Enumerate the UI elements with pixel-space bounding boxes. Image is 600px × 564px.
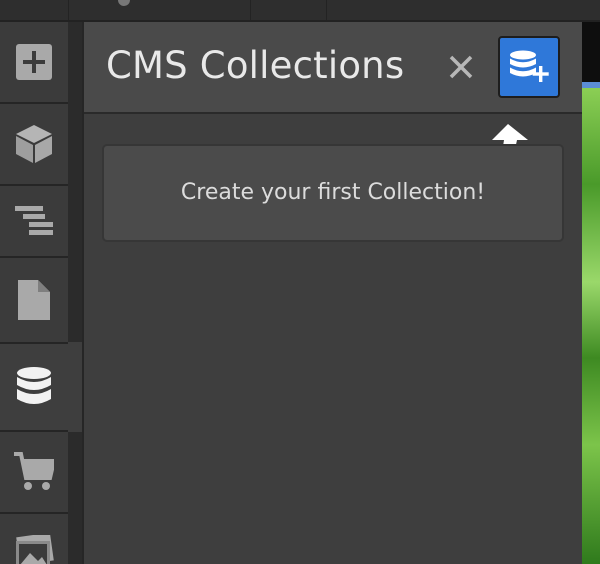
- toolbar-assets-button[interactable]: [0, 514, 68, 564]
- database-plus-icon: [510, 50, 549, 82]
- top-bar: [0, 0, 600, 22]
- close-panel-button[interactable]: [446, 52, 476, 82]
- panel-title: CMS Collections: [106, 44, 405, 87]
- cms-database-icon: [17, 367, 51, 404]
- app-window: CMS Collections Create your first Collec…: [0, 0, 600, 564]
- toolbar-add-button[interactable]: [0, 22, 68, 104]
- top-bar-segment: [252, 0, 327, 20]
- add-collection-button[interactable]: [498, 36, 560, 98]
- toolbar-ecommerce-button[interactable]: [0, 432, 68, 514]
- panel-header: CMS Collections: [84, 22, 584, 114]
- add-panel-icon: [16, 44, 52, 80]
- toolbar-components-button[interactable]: [0, 104, 68, 186]
- pages-icon: [18, 280, 50, 320]
- left-toolbar: [0, 22, 82, 564]
- top-bar-segment: [0, 0, 69, 20]
- empty-state-card: Create your first Collection!: [102, 144, 564, 242]
- canvas-preview: [582, 22, 600, 564]
- ecommerce-cart-icon: [14, 452, 54, 490]
- navigator-layers-icon: [15, 206, 53, 235]
- components-cube-icon: [16, 125, 52, 163]
- top-bar-icon: [118, 0, 130, 6]
- cms-collections-panel: CMS Collections Create your first Collec…: [82, 22, 584, 564]
- toolbar-pages-button[interactable]: [0, 258, 68, 344]
- assets-images-icon: [16, 535, 54, 564]
- empty-state-message: Create your first Collection!: [180, 179, 486, 205]
- close-icon: [449, 55, 473, 79]
- top-bar-segment: [70, 0, 251, 20]
- toolbar-navigator-button[interactable]: [0, 186, 68, 258]
